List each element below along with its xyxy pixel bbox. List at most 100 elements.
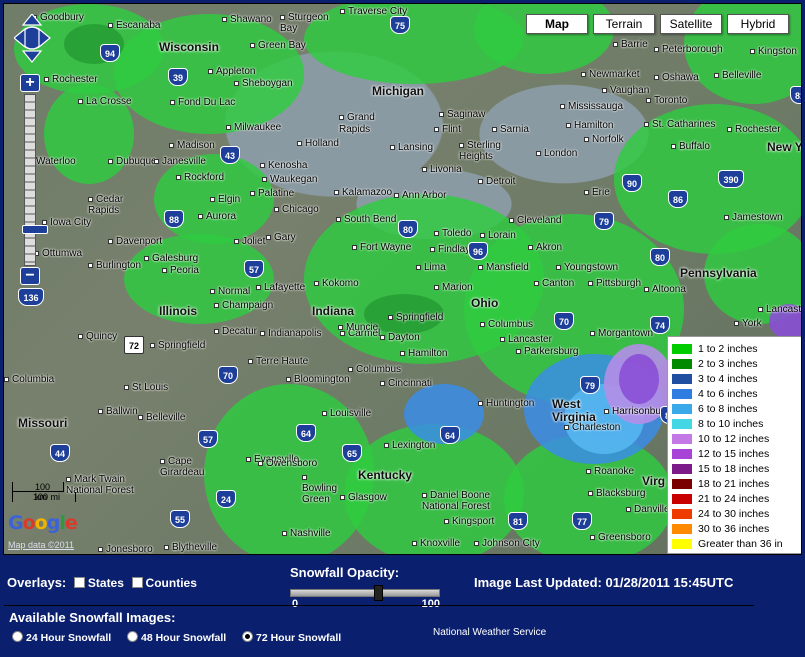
- state-label: New York: [767, 140, 802, 154]
- legend-swatch: [672, 463, 692, 474]
- city-label: Hamilton: [566, 120, 613, 131]
- city-label: Roanoke: [586, 466, 634, 477]
- radio-72-hour-label[interactable]: 72 Hour Snowfall: [256, 632, 341, 644]
- city-label: Vaughan: [602, 85, 649, 96]
- pan-arrows-icon[interactable]: [13, 13, 54, 66]
- google-logo: Google: [8, 512, 78, 534]
- map-type-hybrid-button[interactable]: Hybrid: [727, 14, 789, 34]
- zoom-out-button[interactable]: −: [20, 267, 40, 285]
- states-checkbox[interactable]: [73, 577, 85, 588]
- city-label: Milwaukee: [226, 122, 281, 133]
- legend-item: 24 to 30 inches: [672, 506, 800, 521]
- city-label: Quincy: [78, 331, 117, 342]
- legend-label: 1 to 2 inches: [698, 342, 758, 355]
- city-label: Aurora: [198, 211, 236, 222]
- legend-swatch: [672, 478, 692, 489]
- legend-swatch: [672, 343, 692, 354]
- map-data-link[interactable]: Map data ©2011: [8, 540, 74, 550]
- legend-item: 2 to 3 inches: [672, 356, 800, 371]
- pan-control[interactable]: [13, 13, 51, 64]
- radio-48-hour[interactable]: [127, 631, 138, 642]
- city-label: Blytheville: [164, 542, 217, 553]
- city-label: Oshawa: [654, 72, 699, 83]
- radio-72-hour[interactable]: [242, 631, 253, 642]
- city-label: Indianapolis: [260, 328, 321, 339]
- opacity-min: 0: [292, 598, 299, 610]
- highway-shield: 96: [468, 242, 488, 260]
- city-label: La Crosse: [78, 96, 132, 107]
- city-label: Cincinnati: [380, 378, 432, 389]
- pan-down-icon: [21, 50, 43, 63]
- zoom-control[interactable]: + −: [20, 74, 48, 286]
- highway-shield: 80: [398, 220, 418, 238]
- city-label: Norfolk: [584, 134, 624, 145]
- city-label: Terre Haute: [248, 356, 308, 367]
- city-label: Dubuque: [108, 156, 157, 167]
- map-area[interactable]: Wisconsin Michigan Illinois Indiana Ohio…: [3, 3, 802, 555]
- highway-shield: 390: [718, 170, 744, 188]
- city-label: Sturgeon Bay: [280, 12, 329, 34]
- opacity-slider-thumb[interactable]: [374, 585, 383, 601]
- counties-checkbox[interactable]: [131, 577, 143, 588]
- radio-24-hour-label[interactable]: 24 Hour Snowfall: [26, 632, 111, 644]
- city-label: Chicago: [274, 204, 319, 215]
- highway-shield: 39: [168, 68, 188, 86]
- zoom-slider-knob[interactable]: [22, 225, 48, 234]
- state-label: Indiana: [312, 304, 355, 318]
- highway-shield: 86: [668, 190, 688, 208]
- city-label: Ballwin: [98, 406, 138, 417]
- control-panel: Overlays: States Counties Snowfall Opaci…: [0, 558, 805, 657]
- city-label: Jamestown: [724, 212, 783, 223]
- city-label: Danville: [626, 504, 670, 515]
- scale-mi: 100 mi: [12, 492, 76, 502]
- radio-24-hour[interactable]: [12, 631, 23, 642]
- city-label: Elgin: [210, 194, 240, 205]
- highway-shield: 70: [554, 312, 574, 330]
- legend-label: 6 to 8 inches: [698, 402, 758, 415]
- legend-item: 30 to 36 inches: [672, 521, 800, 536]
- highway-shield: 80: [650, 248, 670, 266]
- map-type-satellite-button[interactable]: Satellite: [660, 14, 722, 34]
- image-option-48[interactable]: 48 Hour Snowfall: [127, 631, 226, 644]
- city-label: Lancaster: [500, 334, 552, 345]
- park-label: Mark Twain National Forest: [66, 474, 146, 496]
- city-label: Shawano: [222, 14, 272, 25]
- snow-region: [619, 354, 659, 404]
- pan-right-icon: [38, 27, 51, 49]
- city-label: Peoria: [162, 265, 199, 276]
- map-type-map-button[interactable]: Map: [526, 14, 588, 34]
- city-label: Saginaw: [439, 109, 485, 120]
- legend-swatch: [672, 523, 692, 534]
- city-label: Springfield: [388, 312, 443, 323]
- highway-shield: 81: [508, 512, 528, 530]
- legend-swatch: [672, 538, 692, 549]
- city-label: York: [734, 318, 762, 329]
- overlays-group: Overlays: States Counties: [7, 575, 197, 590]
- zoom-in-button[interactable]: +: [20, 74, 40, 92]
- opacity-slider-track[interactable]: [290, 589, 440, 597]
- image-option-72[interactable]: 72 Hour Snowfall: [242, 631, 341, 644]
- legend-swatch: [672, 448, 692, 459]
- city-label: Appleton: [208, 66, 255, 77]
- highway-shield: 81: [790, 86, 801, 104]
- city-label: Iowa City: [42, 217, 91, 228]
- states-checkbox-label[interactable]: States: [88, 576, 124, 590]
- city-label: Rockford: [176, 172, 224, 183]
- map-type-terrain-button[interactable]: Terrain: [593, 14, 655, 34]
- image-option-24[interactable]: 24 Hour Snowfall: [12, 631, 111, 644]
- city-label: Lorain: [480, 230, 516, 241]
- city-label: Newmarket: [581, 69, 640, 80]
- counties-checkbox-label[interactable]: Counties: [146, 576, 197, 590]
- city-label: Akron: [528, 242, 562, 253]
- city-label: Lima: [416, 262, 446, 273]
- radio-48-hour-label[interactable]: 48 Hour Snowfall: [141, 632, 226, 644]
- zoom-slider-track[interactable]: [22, 94, 48, 266]
- state-label: Michigan: [372, 84, 425, 98]
- highway-shield: 72: [124, 336, 144, 354]
- highway-shield: 43: [220, 146, 240, 164]
- city-label: Knoxville: [412, 538, 460, 549]
- legend-item: 4 to 6 inches: [672, 386, 800, 401]
- city-label: Rochester: [44, 74, 98, 85]
- city-label: Pittsburgh: [588, 278, 641, 289]
- highway-shield: 70: [218, 366, 238, 384]
